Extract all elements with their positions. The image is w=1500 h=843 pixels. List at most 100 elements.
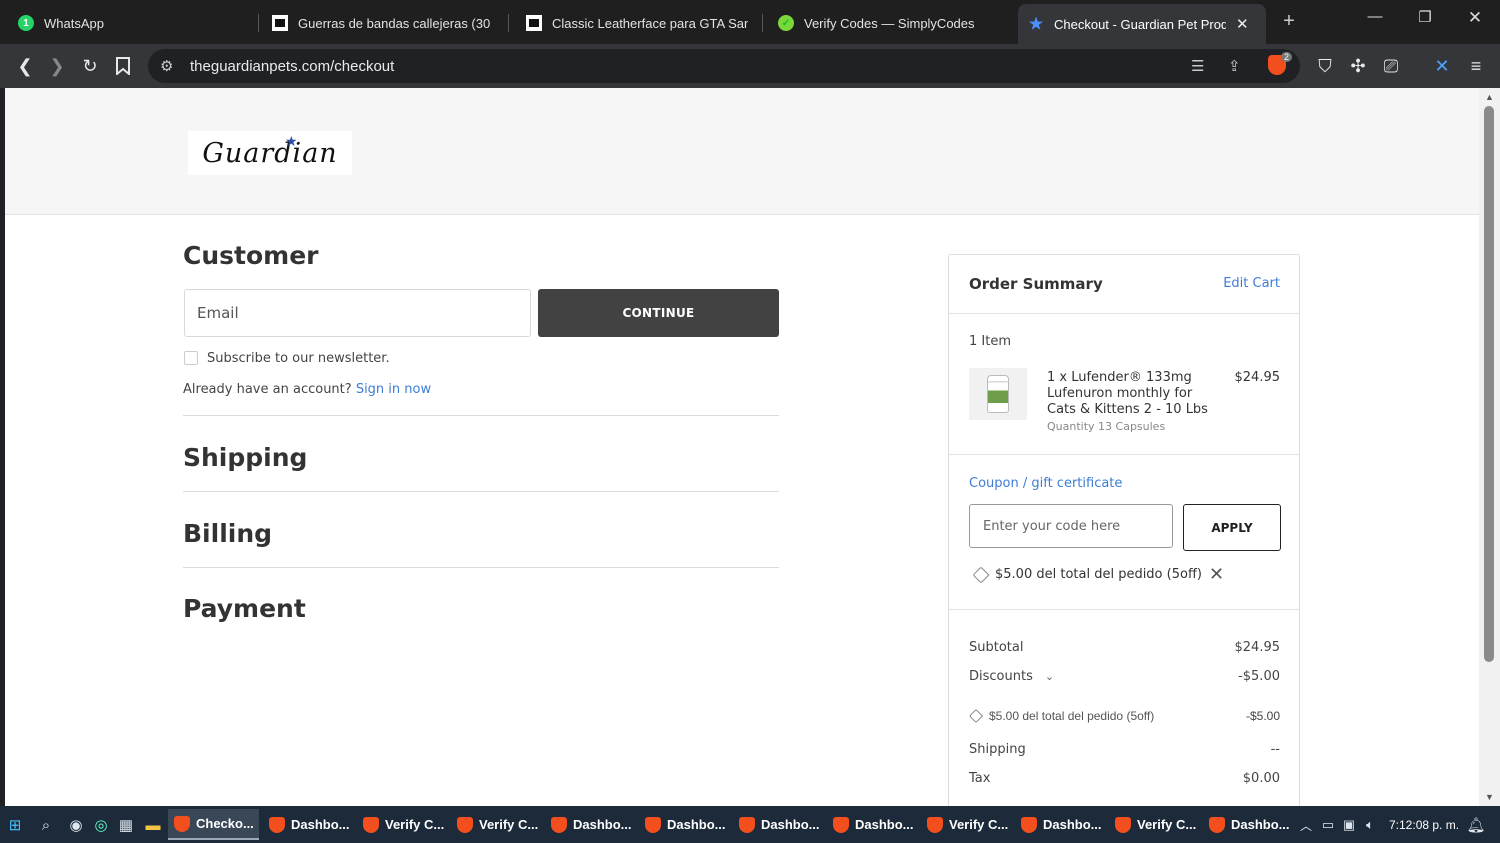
email-field[interactable] [184, 289, 531, 337]
simplycodes-icon: ✓ [778, 15, 794, 31]
coupon-toggle-link[interactable]: Coupon / gift certificate [969, 476, 1122, 491]
taskbar-app-label: Verify C... [1137, 817, 1197, 832]
applied-coupon: $5.00 del total del pedido (5off) [972, 566, 1202, 583]
minimize-button[interactable]: — [1360, 8, 1390, 25]
menu-icon[interactable]: ≡ [1464, 54, 1488, 78]
new-tab-button[interactable]: + [1278, 10, 1300, 33]
taskbar-app-label: Dashbo... [573, 817, 632, 832]
tab-separator [258, 14, 259, 32]
windows-start-icon[interactable]: ⊞ [5, 815, 25, 835]
billing-heading[interactable]: Billing [183, 519, 272, 548]
tab-simplycodes[interactable]: ✓ Verify Codes — SimplyCodes [768, 6, 1010, 40]
brave-icon [269, 816, 285, 833]
extensions-icon[interactable]: ✣ [1346, 54, 1370, 78]
continue-button[interactable]: CONTINUE [538, 289, 779, 337]
address-bar[interactable]: ⚙ theguardianpets.com/checkout ☰ ⇪ 2 [148, 49, 1300, 83]
apply-coupon-button[interactable]: APPLY [1183, 504, 1281, 551]
discount-line-value: -$5.00 [1245, 709, 1280, 723]
extension-k-icon[interactable]: ✕ [1430, 54, 1454, 78]
taskbar-app-label: Verify C... [385, 817, 445, 832]
product-name: 1 x Lufender® 133mg Lufenuron monthly fo… [1047, 370, 1208, 417]
camera-icon[interactable]: ◉ [66, 815, 86, 835]
close-window-button[interactable]: ✕ [1460, 8, 1490, 28]
taskbar-app[interactable]: Dashbo... [1203, 809, 1293, 840]
order-summary: Order Summary Edit Cart 1 Item 1 x Lufen… [948, 254, 1300, 806]
browser-toolbar: ❮ ❯ ↻ ⚙ theguardianpets.com/checkout ☰ ⇪… [0, 44, 1500, 88]
tab-title: WhatsApp [44, 15, 104, 31]
chrome-icon[interactable]: ◎ [91, 815, 111, 835]
network-icon[interactable]: ▣ [1339, 815, 1359, 835]
bookmark-icon[interactable] [111, 54, 135, 78]
chevron-down-icon: ⌄ [1044, 670, 1055, 683]
shipping-heading[interactable]: Shipping [183, 443, 307, 472]
shipping-value: -- [1270, 742, 1280, 757]
chevron-up-icon[interactable]: ︿ [1296, 815, 1316, 835]
search-icon[interactable]: ⌕ [36, 815, 56, 835]
brave-icon [645, 816, 661, 833]
tab-separator [762, 14, 763, 32]
order-summary-title: Order Summary [969, 275, 1103, 293]
volume-icon[interactable]: 🔈︎ [1360, 815, 1380, 835]
taskbar-app[interactable]: Dashbo... [263, 809, 353, 840]
taskbar-app[interactable]: Verify C... [451, 809, 541, 840]
taskbar-app-label: Dashbo... [761, 817, 820, 832]
coupon-code-input[interactable] [969, 504, 1173, 548]
scroll-up-icon[interactable]: ▲ [1485, 92, 1494, 102]
sign-in-link[interactable]: Sign in now [356, 382, 431, 397]
reader-mode-icon[interactable]: ☰ [1191, 57, 1204, 75]
calculator-icon[interactable]: ▦ [116, 815, 136, 835]
product-quantity: Quantity 13 Capsules [1047, 420, 1166, 433]
discounts-label: Discounts [969, 669, 1033, 684]
taskbar-app[interactable]: Verify C... [1109, 809, 1199, 840]
tablet-icon[interactable]: ▭ [1318, 815, 1338, 835]
tax-value: $0.00 [1242, 771, 1280, 786]
divider [183, 567, 779, 568]
taskbar-app[interactable]: Checko... [168, 809, 259, 840]
reload-icon[interactable]: ↻ [78, 54, 102, 78]
tab-gang-wars[interactable]: Guerras de bandas callejeras (30 v [262, 6, 504, 40]
scroll-down-icon[interactable]: ▼ [1485, 792, 1494, 802]
restore-button[interactable]: ❐ [1410, 8, 1440, 26]
edit-cart-link[interactable]: Edit Cart [1223, 276, 1280, 291]
scrollbar-thumb[interactable] [1484, 106, 1494, 662]
payment-heading[interactable]: Payment [183, 594, 306, 623]
taskbar-app[interactable]: Dashbo... [545, 809, 635, 840]
file-explorer-icon[interactable]: ▬ [143, 815, 163, 835]
product-price: $24.95 [1234, 370, 1281, 385]
taskbar-app-label: Verify C... [479, 817, 539, 832]
brave-icon [174, 815, 190, 832]
remove-coupon-icon[interactable]: ✕ [1209, 564, 1224, 585]
taskbar-app[interactable]: Verify C... [357, 809, 447, 840]
taskbar-app[interactable]: Dashbo... [1015, 809, 1105, 840]
forward-icon[interactable]: ❯ [45, 54, 69, 78]
newsletter-checkbox[interactable] [184, 351, 198, 365]
taskbar-app[interactable]: Dashbo... [733, 809, 823, 840]
brave-icon [927, 816, 943, 833]
share-icon[interactable]: ⇪ [1228, 57, 1241, 75]
newsletter-label: Subscribe to our newsletter. [207, 351, 390, 366]
cast-icon[interactable]: ⎚ [1379, 54, 1403, 78]
tab-leatherface[interactable]: Classic Leatherface para GTA San A [516, 6, 758, 40]
tab-checkout[interactable]: ★ Checkout - Guardian Pet Prod ✕ [1018, 4, 1266, 44]
taskbar-app[interactable]: Dashbo... [639, 809, 729, 840]
vpn-shield-icon[interactable]: ⛉ [1313, 54, 1337, 78]
clock[interactable]: 7:12:08 p. m. [1389, 818, 1459, 832]
tab-whatsapp[interactable]: 1 WhatsApp [8, 6, 256, 40]
back-icon[interactable]: ❮ [13, 54, 37, 78]
discounts-toggle[interactable]: Discounts ⌄ [969, 669, 1054, 684]
subtotal-label: Subtotal [969, 640, 1024, 655]
guardian-logo[interactable]: Guardian ★ [188, 131, 352, 175]
site-settings-icon[interactable]: ⚙ [160, 57, 173, 75]
tab-title: Checkout - Guardian Pet Prod [1054, 16, 1226, 32]
close-tab-icon[interactable]: ✕ [1236, 15, 1249, 33]
notification-bell-icon[interactable]: 🔔︎ [1466, 815, 1486, 835]
taskbar-app[interactable]: Dashbo... [827, 809, 917, 840]
page-scrollbar[interactable]: ▲ ▼ [1479, 88, 1500, 806]
taskbar-app[interactable]: Verify C... [921, 809, 1011, 840]
divider [949, 454, 1299, 455]
account-prompt: Already have an account? Sign in now [183, 382, 431, 397]
taskbar-app-label: Checko... [196, 816, 254, 831]
url-text[interactable]: theguardianpets.com/checkout [190, 58, 394, 75]
taskbar-app-label: Dashbo... [1231, 817, 1290, 832]
taskbar-app-label: Dashbo... [291, 817, 350, 832]
